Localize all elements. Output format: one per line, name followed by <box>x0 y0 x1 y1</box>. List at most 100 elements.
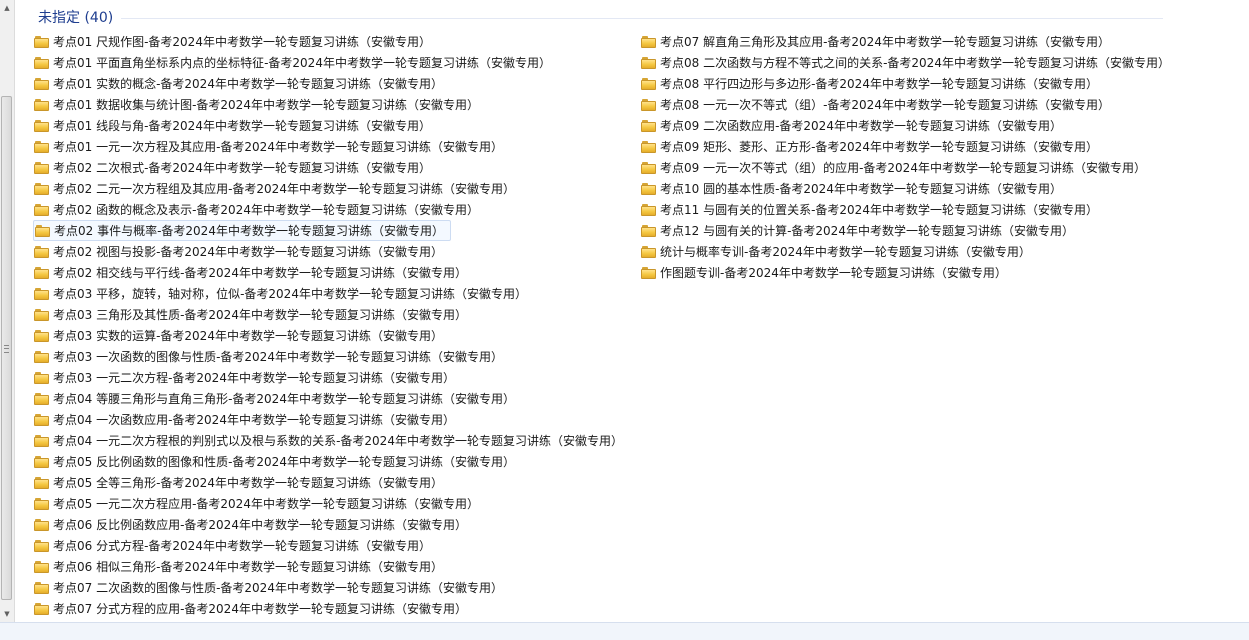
folder-item-label: 考点02 函数的概念及表示-备考2024年中考数学一轮专题复习讲练（安徽专用） <box>53 203 479 217</box>
folder-icon <box>641 161 656 174</box>
vertical-scrollbar[interactable]: ▲ ▼ <box>0 0 15 622</box>
folder-item[interactable]: 考点05 一元二次方程应用-备考2024年中考数学一轮专题复习讲练（安徽专用） <box>33 493 633 514</box>
scroll-up-arrow-icon[interactable]: ▲ <box>1 0 13 16</box>
folder-item[interactable]: 考点01 一元一次方程及其应用-备考2024年中考数学一轮专题复习讲练（安徽专用… <box>33 136 633 157</box>
folder-item[interactable]: 考点01 实数的概念-备考2024年中考数学一轮专题复习讲练（安徽专用） <box>33 73 633 94</box>
folder-item-label: 考点08 平行四边形与多边形-备考2024年中考数学一轮专题复习讲练（安徽专用） <box>660 77 1098 91</box>
folder-item[interactable]: 考点01 线段与角-备考2024年中考数学一轮专题复习讲练（安徽专用） <box>33 115 633 136</box>
folder-column-right: 考点07 解直角三角形及其应用-备考2024年中考数学一轮专题复习讲练（安徽专用… <box>640 31 1200 283</box>
folder-item[interactable]: 考点03 一元二次方程-备考2024年中考数学一轮专题复习讲练（安徽专用） <box>33 367 633 388</box>
folder-item[interactable]: 考点09 一元一次不等式（组）的应用-备考2024年中考数学一轮专题复习讲练（安… <box>640 157 1200 178</box>
folder-item[interactable]: 考点06 反比例函数应用-备考2024年中考数学一轮专题复习讲练（安徽专用） <box>33 514 633 535</box>
folder-item[interactable]: 考点03 一次函数的图像与性质-备考2024年中考数学一轮专题复习讲练（安徽专用… <box>33 346 633 367</box>
folder-item[interactable]: 考点02 二元一次方程组及其应用-备考2024年中考数学一轮专题复习讲练（安徽专… <box>33 178 633 199</box>
folder-item[interactable]: 考点01 数据收集与统计图-备考2024年中考数学一轮专题复习讲练（安徽专用） <box>33 94 633 115</box>
folder-icon <box>34 182 49 195</box>
folder-item-label: 考点09 一元一次不等式（组）的应用-备考2024年中考数学一轮专题复习讲练（安… <box>660 161 1146 175</box>
folder-item-label: 考点10 圆的基本性质-备考2024年中考数学一轮专题复习讲练（安徽专用） <box>660 182 1062 196</box>
folder-icon <box>34 371 49 384</box>
folder-item[interactable]: 考点09 矩形、菱形、正方形-备考2024年中考数学一轮专题复习讲练（安徽专用） <box>640 136 1200 157</box>
folder-icon <box>34 413 49 426</box>
folder-icon <box>641 140 656 153</box>
grip-icon <box>4 345 9 353</box>
group-divider <box>121 18 1163 19</box>
folder-item-label: 考点02 事件与概率-备考2024年中考数学一轮专题复习讲练（安徽专用） <box>54 224 444 238</box>
folder-icon <box>34 161 49 174</box>
folder-item-label: 考点03 三角形及其性质-备考2024年中考数学一轮专题复习讲练（安徽专用） <box>53 308 467 322</box>
folder-item-label: 考点03 一元二次方程-备考2024年中考数学一轮专题复习讲练（安徽专用） <box>53 371 455 385</box>
folder-item-label: 考点06 反比例函数应用-备考2024年中考数学一轮专题复习讲练（安徽专用） <box>53 518 467 532</box>
folder-icon <box>34 266 49 279</box>
folder-item-label: 考点11 与圆有关的位置关系-备考2024年中考数学一轮专题复习讲练（安徽专用） <box>660 203 1098 217</box>
folder-item[interactable]: 考点04 等腰三角形与直角三角形-备考2024年中考数学一轮专题复习讲练（安徽专… <box>33 388 633 409</box>
folder-item[interactable]: 考点01 尺规作图-备考2024年中考数学一轮专题复习讲练（安徽专用） <box>33 31 633 52</box>
folder-icon <box>34 140 49 153</box>
folder-item[interactable]: 考点02 相交线与平行线-备考2024年中考数学一轮专题复习讲练（安徽专用） <box>33 262 633 283</box>
folder-icon <box>34 434 49 447</box>
folder-item[interactable]: 考点02 视图与投影-备考2024年中考数学一轮专题复习讲练（安徽专用） <box>33 241 633 262</box>
folder-item[interactable]: 考点09 二次函数应用-备考2024年中考数学一轮专题复习讲练（安徽专用） <box>640 115 1200 136</box>
folder-item-label: 考点02 视图与投影-备考2024年中考数学一轮专题复习讲练（安徽专用） <box>53 245 443 259</box>
folder-icon <box>641 77 656 90</box>
folder-icon <box>34 518 49 531</box>
folder-icon <box>34 602 49 615</box>
folder-item[interactable]: 考点03 三角形及其性质-备考2024年中考数学一轮专题复习讲练（安徽专用） <box>33 304 633 325</box>
folder-item[interactable]: 考点02 事件与概率-备考2024年中考数学一轮专题复习讲练（安徽专用） <box>33 220 451 241</box>
folder-item[interactable]: 考点01 平面直角坐标系内点的坐标特征-备考2024年中考数学一轮专题复习讲练（… <box>33 52 633 73</box>
folder-icon <box>34 56 49 69</box>
folder-column-left: 考点01 尺规作图-备考2024年中考数学一轮专题复习讲练（安徽专用） 考点01 … <box>33 31 633 619</box>
folder-icon <box>34 350 49 363</box>
folder-item[interactable]: 考点03 平移，旋转，轴对称，位似-备考2024年中考数学一轮专题复习讲练（安徽… <box>33 283 633 304</box>
folder-item[interactable]: 考点10 圆的基本性质-备考2024年中考数学一轮专题复习讲练（安徽专用） <box>640 178 1200 199</box>
folder-item[interactable]: 考点08 一元一次不等式（组）-备考2024年中考数学一轮专题复习讲练（安徽专用… <box>640 94 1200 115</box>
folder-item-label: 考点05 全等三角形-备考2024年中考数学一轮专题复习讲练（安徽专用） <box>53 476 443 490</box>
folder-icon <box>641 98 656 111</box>
folder-item[interactable]: 考点04 一次函数应用-备考2024年中考数学一轮专题复习讲练（安徽专用） <box>33 409 633 430</box>
folder-icon <box>34 560 49 573</box>
folder-icon <box>34 581 49 594</box>
folder-item-label: 考点02 二次根式-备考2024年中考数学一轮专题复习讲练（安徽专用） <box>53 161 431 175</box>
folder-item[interactable]: 考点07 解直角三角形及其应用-备考2024年中考数学一轮专题复习讲练（安徽专用… <box>640 31 1200 52</box>
folder-icon <box>641 203 656 216</box>
group-header[interactable]: 未指定 (40) <box>38 7 1163 27</box>
scroll-thumb[interactable] <box>1 96 12 600</box>
folder-item[interactable]: 考点07 分式方程的应用-备考2024年中考数学一轮专题复习讲练（安徽专用） <box>33 598 633 619</box>
folder-item[interactable]: 作图题专训-备考2024年中考数学一轮专题复习讲练（安徽专用） <box>640 262 1200 283</box>
folder-item-label: 考点02 相交线与平行线-备考2024年中考数学一轮专题复习讲练（安徽专用） <box>53 266 467 280</box>
folder-item-label: 考点09 二次函数应用-备考2024年中考数学一轮专题复习讲练（安徽专用） <box>660 119 1062 133</box>
folder-item-label: 考点04 等腰三角形与直角三角形-备考2024年中考数学一轮专题复习讲练（安徽专… <box>53 392 515 406</box>
folder-item-label: 考点01 平面直角坐标系内点的坐标特征-备考2024年中考数学一轮专题复习讲练（… <box>53 56 551 70</box>
folder-icon <box>35 224 50 237</box>
folder-item[interactable]: 考点11 与圆有关的位置关系-备考2024年中考数学一轮专题复习讲练（安徽专用） <box>640 199 1200 220</box>
folder-icon <box>641 56 656 69</box>
folder-icon <box>34 308 49 321</box>
folder-item-label: 考点04 一元二次方程根的判别式以及根与系数的关系-备考2024年中考数学一轮专… <box>53 434 623 448</box>
folder-item[interactable]: 考点05 反比例函数的图像和性质-备考2024年中考数学一轮专题复习讲练（安徽专… <box>33 451 633 472</box>
folder-icon <box>641 119 656 132</box>
folder-icon <box>641 266 656 279</box>
scroll-down-arrow-icon[interactable]: ▼ <box>1 606 13 622</box>
folder-icon <box>34 287 49 300</box>
folder-item-label: 考点05 反比例函数的图像和性质-备考2024年中考数学一轮专题复习讲练（安徽专… <box>53 455 515 469</box>
folder-icon <box>641 182 656 195</box>
folder-item[interactable]: 考点03 实数的运算-备考2024年中考数学一轮专题复习讲练（安徽专用） <box>33 325 633 346</box>
folder-item-label: 考点01 线段与角-备考2024年中考数学一轮专题复习讲练（安徽专用） <box>53 119 431 133</box>
folder-item[interactable]: 考点08 平行四边形与多边形-备考2024年中考数学一轮专题复习讲练（安徽专用） <box>640 73 1200 94</box>
folder-icon <box>34 455 49 468</box>
folder-item[interactable]: 考点05 全等三角形-备考2024年中考数学一轮专题复习讲练（安徽专用） <box>33 472 633 493</box>
folder-item[interactable]: 统计与概率专训-备考2024年中考数学一轮专题复习讲练（安徽专用） <box>640 241 1200 262</box>
folder-item[interactable]: 考点06 分式方程-备考2024年中考数学一轮专题复习讲练（安徽专用） <box>33 535 633 556</box>
folder-item[interactable]: 考点08 二次函数与方程不等式之间的关系-备考2024年中考数学一轮专题复习讲练… <box>640 52 1200 73</box>
folder-icon <box>34 476 49 489</box>
folder-item-label: 统计与概率专训-备考2024年中考数学一轮专题复习讲练（安徽专用） <box>660 245 1031 259</box>
folder-item[interactable]: 考点02 二次根式-备考2024年中考数学一轮专题复习讲练（安徽专用） <box>33 157 633 178</box>
folder-item[interactable]: 考点12 与圆有关的计算-备考2024年中考数学一轮专题复习讲练（安徽专用） <box>640 220 1200 241</box>
folder-item[interactable]: 考点07 二次函数的图像与性质-备考2024年中考数学一轮专题复习讲练（安徽专用… <box>33 577 633 598</box>
folder-item-label: 考点01 尺规作图-备考2024年中考数学一轮专题复习讲练（安徽专用） <box>53 35 431 49</box>
folder-icon <box>641 35 656 48</box>
folder-item[interactable]: 考点06 相似三角形-备考2024年中考数学一轮专题复习讲练（安徽专用） <box>33 556 633 577</box>
folder-item[interactable]: 考点04 一元二次方程根的判别式以及根与系数的关系-备考2024年中考数学一轮专… <box>33 430 633 451</box>
folder-item[interactable]: 考点02 函数的概念及表示-备考2024年中考数学一轮专题复习讲练（安徽专用） <box>33 199 633 220</box>
folder-icon <box>641 224 656 237</box>
folder-icon <box>34 203 49 216</box>
